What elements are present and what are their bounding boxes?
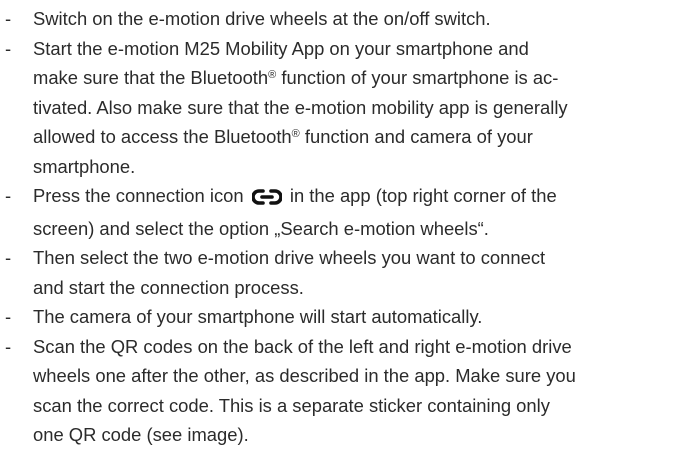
item-text: make sure that the Bluetooth <box>33 67 269 88</box>
list-item: - Press the connection icon in the app (… <box>0 181 681 243</box>
item-text: and start the connection process. <box>33 276 304 298</box>
item-text: one QR code (see image). <box>33 424 249 445</box>
item-text: Switch on the e-motion drive wheels at t… <box>33 8 491 29</box>
registered-mark: ® <box>291 128 300 140</box>
list-item: - Switch on the e-motion drive wheels at… <box>0 4 681 34</box>
instruction-document: - Switch on the e-motion drive wheels at… <box>0 0 681 473</box>
bullet-dash: - <box>5 335 12 357</box>
item-text: Scan the QR codes on the back of the lef… <box>33 335 572 357</box>
list-item: - Then select the two e-motion drive whe… <box>0 243 681 302</box>
item-text: smartphone. <box>33 155 136 177</box>
list-item: - The camera of your smartphone will sta… <box>0 302 681 332</box>
item-text: allowed to access the Bluetooth <box>33 126 292 147</box>
link-icon <box>250 184 283 214</box>
item-text: scan the correct code. This is a separat… <box>33 394 550 416</box>
item-text: tivated. Also make sure that the e-motio… <box>33 96 568 118</box>
item-text: Then select the two e-motion drive wheel… <box>33 247 546 268</box>
list-item: - Scan the QR codes on the back of the l… <box>0 332 681 450</box>
instruction-list: - Switch on the e-motion drive wheels at… <box>0 0 681 450</box>
item-text: function of your smartphone is ac- <box>276 67 559 88</box>
item-text: Press the connection icon <box>33 185 244 206</box>
bullet-dash: - <box>5 185 12 206</box>
bullet-dash: - <box>5 37 12 59</box>
bullet-dash: - <box>5 247 12 268</box>
item-text: in the app (top right corner of the <box>289 185 557 206</box>
item-text: wheels one after the other, as described… <box>33 365 576 386</box>
item-text: The camera of your smartphone will start… <box>33 306 483 327</box>
bullet-dash: - <box>5 8 12 29</box>
item-text: Start the e-motion M25 Mobility App on y… <box>33 37 529 59</box>
list-item: - Start the e-motion M25 Mobility App on… <box>0 34 681 182</box>
bullet-dash: - <box>5 306 12 327</box>
item-text: function and camera of your <box>299 126 533 147</box>
item-text: screen) and select the option „Search e-… <box>33 217 489 239</box>
